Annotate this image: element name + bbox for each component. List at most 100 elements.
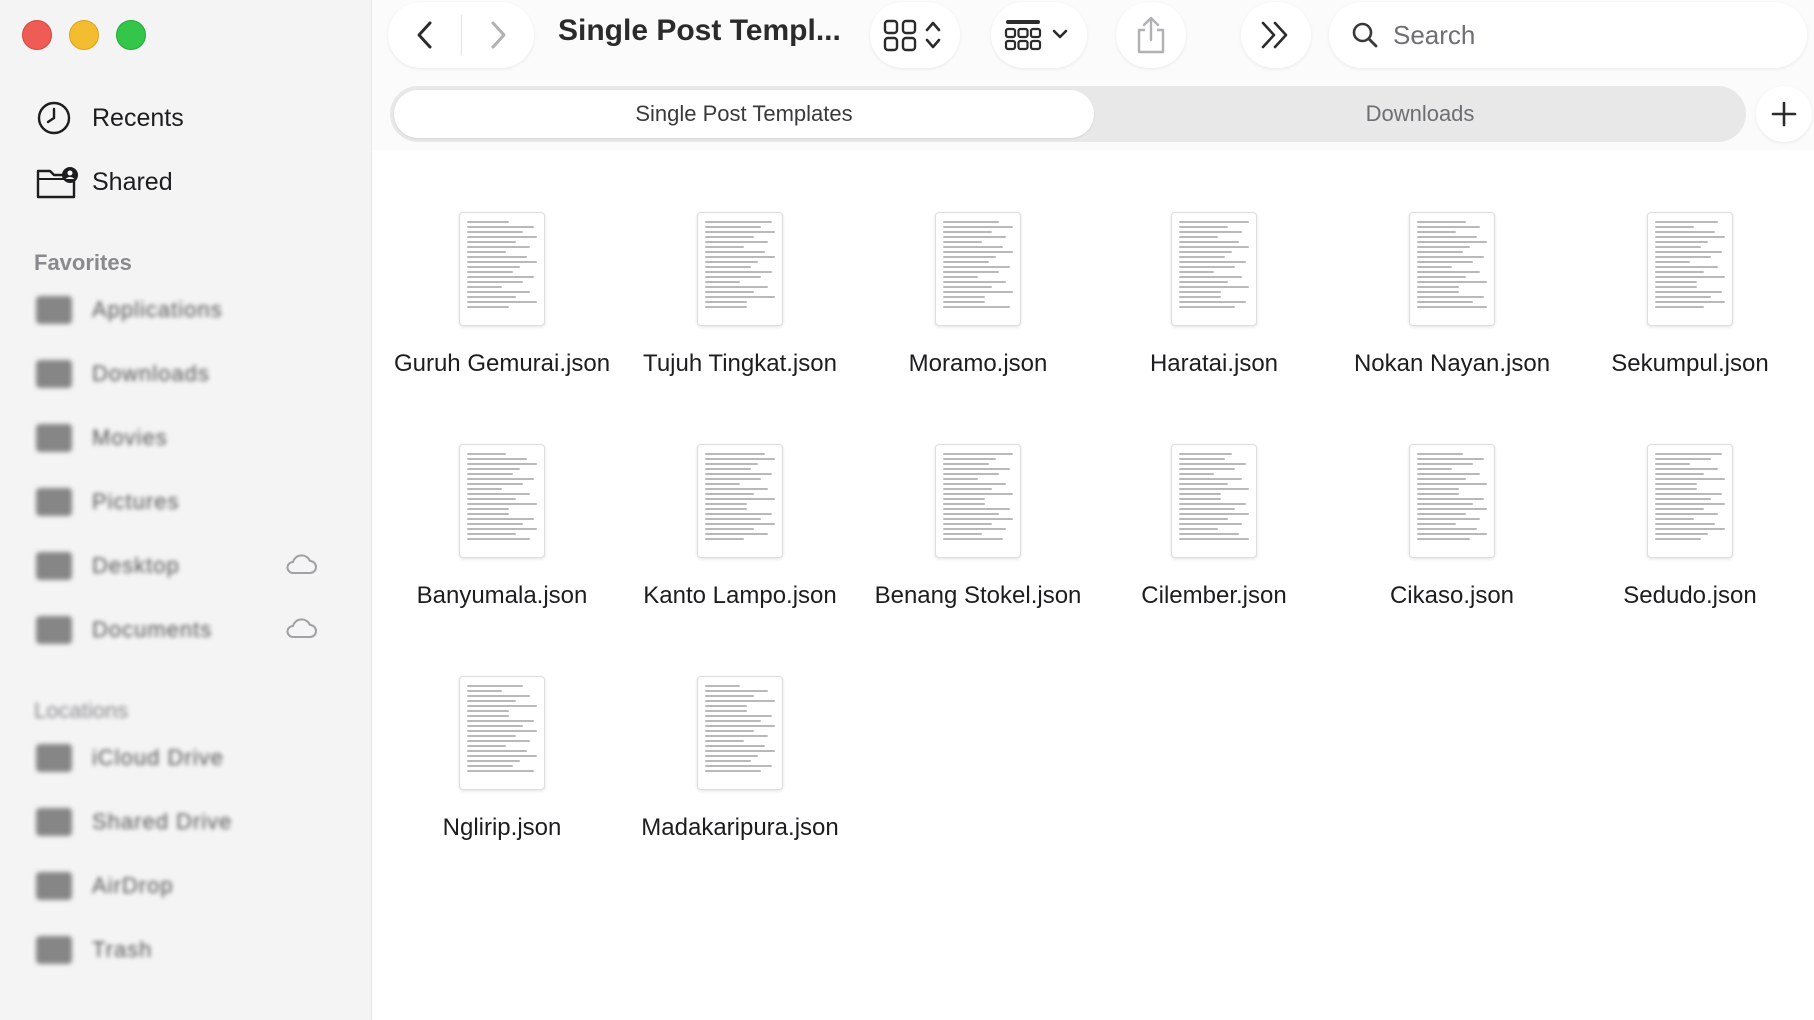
thumbnail-text-line [943, 276, 978, 278]
file-item[interactable]: Haratai.json [1099, 212, 1329, 380]
tab-downloads[interactable]: Downloads [1100, 90, 1740, 138]
view-mode-button[interactable] [870, 2, 960, 68]
sidebar-item-recents[interactable]: Recents [36, 98, 346, 138]
sidebar-item-icloud[interactable]: iCloud Drive [36, 738, 346, 778]
file-item[interactable]: Cilember.json [1099, 444, 1329, 612]
forward-button[interactable] [462, 2, 534, 68]
thumbnail-text-line [1655, 533, 1708, 535]
network-icon [36, 808, 72, 836]
sidebar-item-pictures[interactable]: Pictures [36, 482, 346, 522]
tab-single-post-templates[interactable]: Single Post Templates [394, 90, 1094, 138]
sidebar-item-downloads[interactable]: Downloads [36, 354, 346, 394]
thumbnail-text-line [1179, 291, 1221, 293]
thumbnail-text-line [1655, 261, 1690, 263]
thumbnail-text-line [467, 241, 516, 243]
thumbnail-text-line [1417, 493, 1459, 495]
thumbnail-text-line [1655, 508, 1704, 510]
minimize-window-button[interactable] [69, 20, 99, 50]
thumbnail-text-line [1179, 453, 1232, 455]
thumbnail-text-line [1179, 538, 1249, 540]
file-item[interactable]: Guruh Gemurai.json [387, 212, 617, 380]
thumbnail-text-line [1179, 286, 1249, 288]
thumbnail-text-line [1179, 528, 1218, 530]
thumbnail-text-line [705, 690, 768, 692]
file-item[interactable]: Madakaripura.json [625, 676, 855, 844]
file-item[interactable]: Tujuh Tingkat.json [625, 212, 855, 380]
file-item[interactable]: Cikaso.json [1337, 444, 1567, 612]
thumbnail-text-line [467, 503, 537, 505]
thumbnail-text-line [1417, 453, 1463, 455]
file-item[interactable]: Benang Stokel.json [863, 444, 1093, 612]
thumbnail-text-line [467, 765, 513, 767]
thumbnail-text-line [467, 518, 534, 520]
thumbnail-text-line [467, 473, 513, 475]
file-item[interactable]: Nglirip.json [387, 676, 617, 844]
new-tab-button[interactable] [1756, 86, 1812, 142]
json-file-icon [935, 444, 1021, 558]
thumbnail-text-line [943, 503, 985, 505]
back-button[interactable] [389, 2, 461, 68]
thumbnail-text-line [1655, 226, 1694, 228]
thumbnail-text-line [467, 705, 537, 707]
thumbnail-text-line [1417, 276, 1466, 278]
file-item[interactable]: Banyumala.json [387, 444, 617, 612]
file-item[interactable]: Moramo.json [863, 212, 1093, 380]
sidebar-item-applications[interactable]: Applications [36, 290, 346, 330]
sidebar-item-label: Documents [92, 617, 213, 642]
thumbnail-text-line [1417, 266, 1452, 268]
search-field[interactable]: Search [1329, 2, 1807, 68]
thumbnail-text-line [943, 518, 1013, 520]
thumbnail-text-line [943, 463, 989, 465]
thumbnail-text-line [1417, 478, 1466, 480]
documents-icon [36, 616, 72, 644]
file-name: Madakaripura.json [641, 814, 839, 841]
thumbnail-text-line [1179, 463, 1246, 465]
sidebar-item-shared[interactable]: Shared [36, 162, 346, 202]
thumbnail-text-line [1655, 276, 1725, 278]
thumbnail-text-line [705, 463, 758, 465]
thumbnail-text-line [467, 513, 509, 515]
sidebar-item-trash[interactable]: Trash [36, 930, 346, 970]
downloads-icon [36, 360, 72, 388]
thumbnail-text-line [943, 281, 1006, 283]
group-by-button[interactable] [991, 2, 1087, 68]
thumbnail-text-line [1179, 236, 1218, 238]
desktop-icon [36, 552, 72, 580]
search-input[interactable]: Search [1393, 20, 1475, 51]
share-button[interactable] [1116, 2, 1186, 68]
thumbnail-text-line [1179, 518, 1228, 520]
sidebar-item-movies[interactable]: Movies [36, 418, 346, 458]
thumbnail-text-line [705, 276, 761, 278]
file-item[interactable]: Sekumpul.json [1575, 212, 1805, 380]
thumbnail-text-line [1179, 498, 1221, 500]
thumbnail-text-line [1417, 296, 1484, 298]
json-file-icon [1171, 444, 1257, 558]
maximize-window-button[interactable] [116, 20, 146, 50]
thumbnail-text-line [705, 246, 744, 248]
thumbnail-text-line [705, 291, 754, 293]
thumbnail-text-line [943, 453, 1013, 455]
sidebar-item-airdrop[interactable]: AirDrop [36, 866, 346, 906]
more-toolbar-items-button[interactable] [1241, 2, 1311, 68]
close-window-button[interactable] [22, 20, 52, 50]
file-item[interactable]: Sedudo.json [1575, 444, 1805, 612]
clock-icon [36, 98, 80, 138]
thumbnail-text-line [705, 301, 747, 303]
sidebar-item-desktop[interactable]: Desktop [36, 546, 346, 586]
thumbnail-text-line [1655, 256, 1711, 258]
sidebar-item-shared-drive[interactable]: Shared Drive [36, 802, 346, 842]
thumbnail-text-line [1655, 236, 1725, 238]
thumbnail-text-line [1179, 513, 1249, 515]
thumbnail-text-line [705, 286, 768, 288]
file-item[interactable]: Nokan Nayan.json [1337, 212, 1567, 380]
sidebar-item-documents[interactable]: Documents [36, 610, 346, 650]
thumbnail-text-line [1417, 301, 1473, 303]
thumbnail-text-line [705, 725, 775, 727]
thumbnail-text-line [1179, 296, 1221, 298]
thumbnail-text-line [1179, 226, 1228, 228]
thumbnail-text-line [1179, 301, 1246, 303]
thumbnail-text-line [1655, 251, 1722, 253]
file-item[interactable]: Kanto Lampo.json [625, 444, 855, 612]
trash-icon [36, 936, 72, 964]
thumbnail-text-line [1417, 306, 1487, 308]
